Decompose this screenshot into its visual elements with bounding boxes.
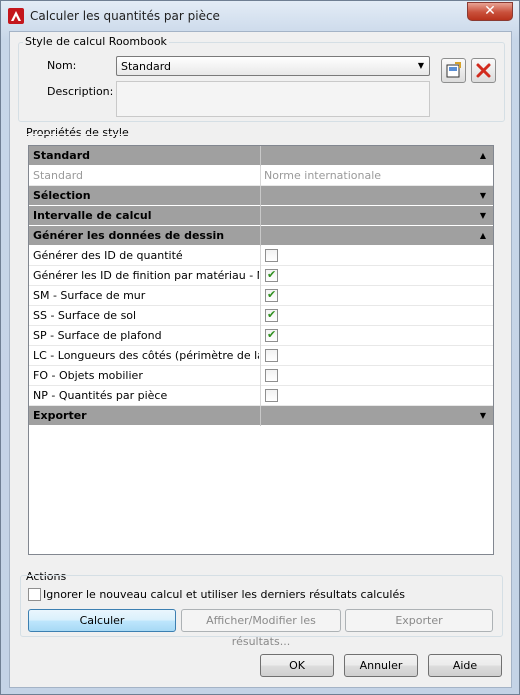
property-row-finish-ids[interactable]: Générer les ID de finition par matériau …	[29, 266, 493, 286]
checkbox[interactable]	[265, 249, 278, 262]
chevron-down-icon: ▼	[417, 61, 424, 70]
column-divider	[260, 266, 261, 286]
row-label: FO - Objets mobilier	[33, 369, 143, 382]
description-field[interactable]	[116, 81, 430, 117]
chevron-up-icon[interactable]: ▲	[480, 151, 486, 160]
row-label: Générer les données de dessin	[33, 229, 225, 242]
column-divider	[260, 326, 261, 346]
check-icon: ✔	[267, 308, 277, 321]
column-divider	[260, 186, 261, 206]
row-label: Standard	[33, 149, 91, 162]
row-label: Standard	[33, 169, 84, 182]
check-icon: ✔	[267, 268, 277, 281]
column-divider	[260, 406, 261, 426]
title-bar[interactable]: Calculer les quantités par pièce ✕	[1, 1, 519, 31]
description-label: Description:	[47, 85, 114, 98]
row-label: SP - Surface de plafond	[33, 329, 162, 342]
column-divider	[260, 346, 261, 366]
property-row-quantity-ids[interactable]: Générer des ID de quantité	[29, 246, 493, 266]
style-name-value: Standard	[121, 60, 172, 73]
column-divider	[260, 166, 261, 186]
row-label: SM - Surface de mur	[33, 289, 146, 302]
delete-icon	[476, 63, 491, 78]
checkbox[interactable]: ✔	[265, 328, 278, 342]
style-name-select[interactable]: Standard ▼	[116, 56, 430, 76]
row-label: Exporter	[33, 409, 87, 422]
column-divider	[260, 306, 261, 326]
checkbox[interactable]	[265, 349, 278, 362]
row-label: Générer les ID de finition par matériau …	[33, 269, 259, 282]
ignore-recalc-label: Ignorer le nouveau calcul et utiliser le…	[43, 588, 405, 601]
category-standard[interactable]: Standard ▲	[29, 146, 493, 166]
check-icon: ✔	[267, 328, 277, 341]
checkbox[interactable]: ✔	[265, 268, 278, 282]
category-selection[interactable]: Sélection ▼	[29, 186, 493, 206]
column-divider	[260, 366, 261, 386]
name-label: Nom:	[47, 59, 77, 72]
row-label: Générer des ID de quantité	[33, 249, 183, 262]
chevron-down-icon[interactable]: ▼	[480, 411, 486, 420]
show-modify-results-button[interactable]: Afficher/Modifier les résultats...	[181, 609, 341, 648]
row-label: Intervalle de calcul	[33, 209, 152, 222]
checkbox[interactable]	[265, 369, 278, 382]
window-title: Calculer les quantités par pièce	[30, 9, 220, 23]
close-button[interactable]: ✕	[467, 2, 513, 21]
dialog-window: Calculer les quantités par pièce ✕ Style…	[0, 0, 520, 695]
property-row-floor-area[interactable]: SS - Surface de sol ✔	[29, 306, 493, 326]
chevron-down-icon[interactable]: ▼	[480, 191, 486, 200]
cancel-button[interactable]: Annuler	[344, 654, 418, 677]
edit-style-button[interactable]	[441, 58, 466, 83]
category-export[interactable]: Exporter ▼	[29, 406, 493, 426]
delete-style-button[interactable]	[471, 58, 496, 83]
property-row-ceiling-area[interactable]: SP - Surface de plafond ✔	[29, 326, 493, 346]
row-value: Norme internationale	[264, 169, 382, 182]
property-row-standard[interactable]: Standard Norme internationale	[29, 166, 493, 186]
autocad-app-icon	[8, 8, 24, 24]
column-divider	[260, 206, 261, 226]
column-divider	[260, 146, 261, 166]
edit-style-icon	[446, 62, 461, 78]
column-divider	[260, 226, 261, 246]
property-row-wall-area[interactable]: SM - Surface de mur ✔	[29, 286, 493, 306]
calculate-button[interactable]: Calculer	[28, 609, 176, 632]
property-grid[interactable]: Standard ▲ Standard Norme internationale…	[28, 145, 494, 555]
column-divider	[260, 246, 261, 266]
category-calculation-interval[interactable]: Intervalle de calcul ▼	[29, 206, 493, 226]
row-label: SS - Surface de sol	[33, 309, 137, 322]
row-label: Sélection	[33, 189, 91, 202]
ok-button[interactable]: OK	[260, 654, 334, 677]
row-label: NP - Quantités par pièce	[33, 389, 168, 402]
style-group-label: Style de calcul Roombook	[23, 35, 169, 48]
column-divider	[260, 286, 261, 306]
property-row-furniture[interactable]: FO - Objets mobilier	[29, 366, 493, 386]
chevron-up-icon[interactable]: ▲	[480, 231, 486, 240]
checkbox[interactable]	[265, 389, 278, 402]
category-generate-drawing-data[interactable]: Générer les données de dessin ▲	[29, 226, 493, 246]
row-label: LC - Longueurs des côtés (périmètre de l…	[33, 349, 259, 362]
help-button[interactable]: Aide	[428, 654, 502, 677]
check-icon: ✔	[267, 288, 277, 301]
column-divider	[260, 386, 261, 406]
property-row-room-quantities[interactable]: NP - Quantités par pièce	[29, 386, 493, 406]
chevron-down-icon[interactable]: ▼	[480, 211, 486, 220]
checkbox[interactable]: ✔	[265, 308, 278, 322]
export-button[interactable]: Exporter	[345, 609, 493, 632]
checkbox[interactable]: ✔	[265, 288, 278, 302]
property-row-side-lengths[interactable]: LC - Longueurs des côtés (périmètre de l…	[29, 346, 493, 366]
ignore-recalc-checkbox[interactable]	[28, 588, 41, 601]
